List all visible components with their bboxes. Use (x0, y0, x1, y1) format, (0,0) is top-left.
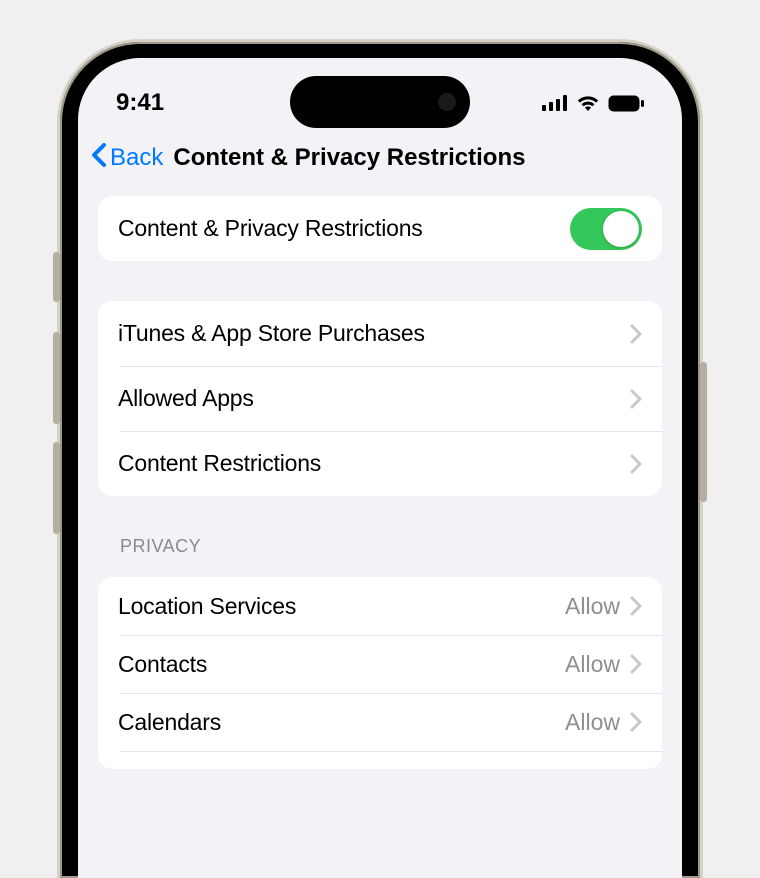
row-label: Calendars (118, 709, 565, 736)
status-indicators (524, 94, 644, 112)
phone-frame: 9:41 (60, 42, 700, 878)
dynamic-island (290, 76, 470, 128)
nav-title: Content & Privacy Restrictions (173, 144, 525, 172)
content-restrictions-row[interactable]: Content Restrictions (98, 431, 662, 496)
side-button (700, 362, 707, 502)
contacts-row[interactable]: Contacts Allow (98, 635, 662, 693)
privacy-header: PRIVACY (98, 496, 662, 567)
content-privacy-toggle-row[interactable]: Content & Privacy Restrictions (98, 196, 662, 261)
chevron-right-icon (630, 324, 642, 344)
list-item[interactable] (98, 751, 662, 769)
toggle-knob (603, 211, 639, 247)
back-button[interactable]: Back (90, 141, 163, 176)
privacy-group: Location Services Allow Contacts Allow C… (98, 577, 662, 769)
wifi-icon (576, 94, 600, 112)
toggle-label: Content & Privacy Restrictions (118, 215, 570, 242)
status-time: 9:41 (116, 89, 236, 117)
nav-bar: Back Content & Privacy Restrictions (78, 138, 682, 192)
row-label: Contacts (118, 651, 565, 678)
calendars-row[interactable]: Calendars Allow (98, 693, 662, 751)
battery-icon (608, 95, 644, 112)
main-group: iTunes & App Store Purchases Allowed App… (98, 301, 662, 496)
row-value: Allow (565, 651, 620, 678)
row-label: Content Restrictions (118, 450, 630, 477)
row-label: iTunes & App Store Purchases (118, 320, 630, 347)
allowed-apps-row[interactable]: Allowed Apps (98, 366, 662, 431)
chevron-right-icon (630, 654, 642, 674)
chevron-right-icon (630, 712, 642, 732)
chevron-right-icon (630, 596, 642, 616)
side-button (53, 252, 60, 302)
row-value: Allow (565, 709, 620, 736)
cellular-icon (542, 95, 568, 111)
toggle-group: Content & Privacy Restrictions (98, 196, 662, 261)
row-label: Location Services (118, 593, 565, 620)
content: Content & Privacy Restrictions iTunes & … (78, 196, 682, 769)
side-button (53, 332, 60, 424)
location-services-row[interactable]: Location Services Allow (98, 577, 662, 635)
chevron-right-icon (630, 389, 642, 409)
row-label: Allowed Apps (118, 385, 630, 412)
screen: 9:41 (78, 58, 682, 878)
itunes-app-store-row[interactable]: iTunes & App Store Purchases (98, 301, 662, 366)
chevron-right-icon (630, 454, 642, 474)
back-label: Back (110, 144, 163, 172)
side-button (53, 442, 60, 534)
chevron-left-icon (90, 141, 110, 176)
row-value: Allow (565, 593, 620, 620)
toggle-switch[interactable] (570, 208, 642, 250)
